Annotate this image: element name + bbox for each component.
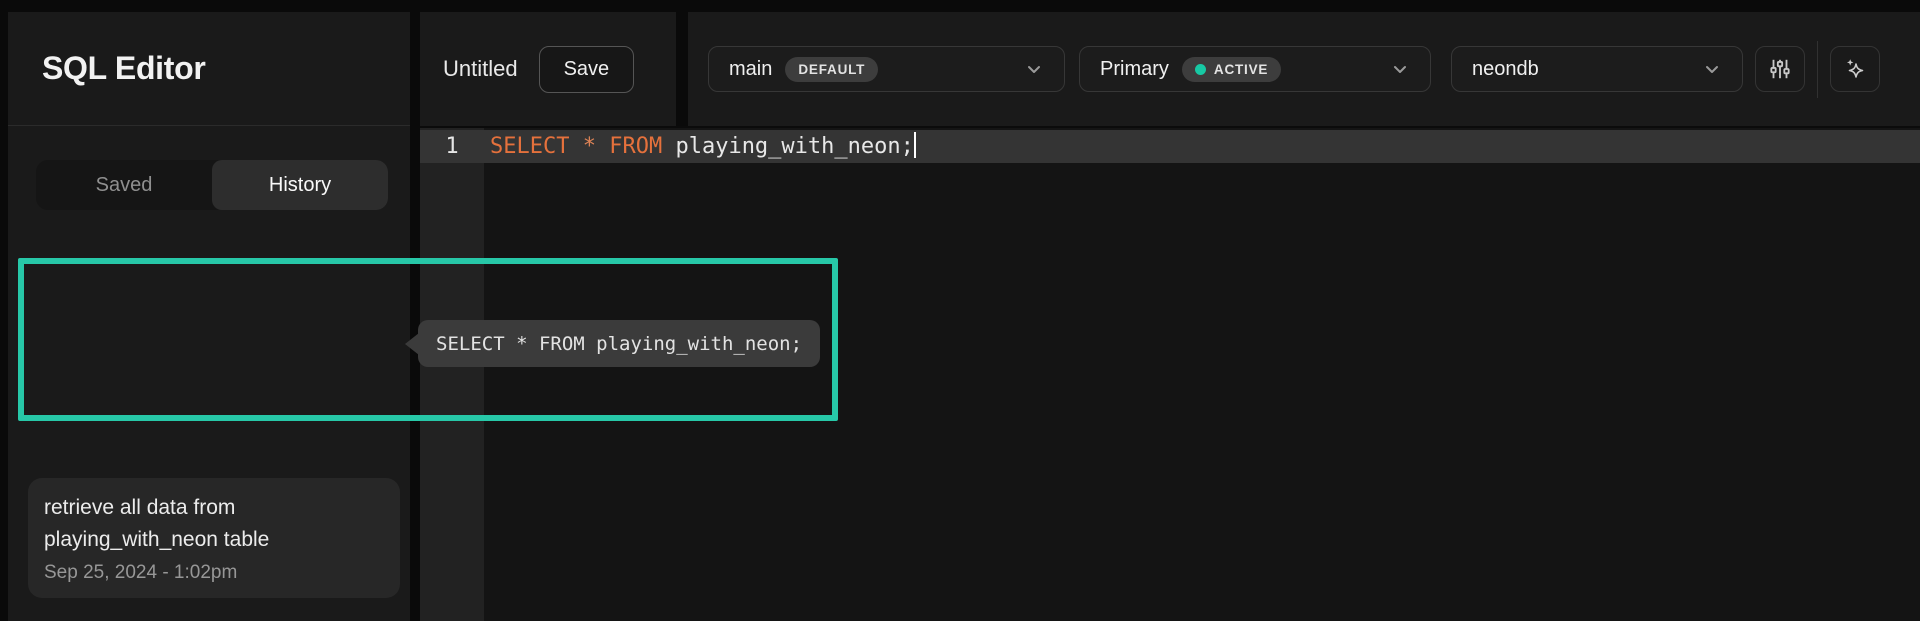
sql-identifier: playing_with_neon; — [662, 134, 914, 159]
database-dropdown[interactable]: neondb — [1451, 46, 1743, 92]
sliders-icon — [1767, 56, 1793, 82]
sidebar: SQL Editor Saved History retrieve all da… — [8, 12, 410, 621]
history-item-title: retrieve all data from playing_with_neon… — [44, 492, 358, 556]
sql-query-line: SELECT * FROM playing_with_neon; — [490, 130, 916, 163]
branch-dropdown[interactable]: main DEFAULT — [708, 46, 1065, 92]
history-item-timestamp: Sep 25, 2024 - 1:02pm — [44, 562, 384, 584]
editor-header: Untitled Save main DEFAULT Primary ACTI — [420, 12, 1920, 126]
query-tab-panel: Untitled Save — [420, 12, 676, 126]
sparkle-icon — [1841, 55, 1869, 83]
tab-saved[interactable]: Saved — [36, 160, 212, 210]
branch-dropdown-label: main — [729, 58, 772, 81]
sql-keyword: SELECT — [490, 134, 569, 159]
line-number-gutter — [420, 128, 484, 621]
text-cursor — [914, 132, 916, 158]
tab-history[interactable]: History — [212, 160, 388, 210]
query-preview-tooltip: SELECT * FROM playing_with_neon; — [418, 320, 820, 367]
query-settings-button[interactable] — [1755, 46, 1805, 92]
query-tab-title: Untitled — [443, 56, 518, 82]
compute-active-badge: ACTIVE — [1182, 57, 1281, 82]
header-divider — [1817, 41, 1818, 98]
editor-controls-panel: main DEFAULT Primary ACTIVE — [688, 12, 1920, 126]
branch-default-badge: DEFAULT — [785, 57, 878, 82]
active-status-dot — [1195, 64, 1206, 75]
compute-dropdown[interactable]: Primary ACTIVE — [1079, 46, 1431, 92]
database-dropdown-label: neondb — [1472, 58, 1539, 81]
code-editor[interactable]: 1 SELECT * FROM playing_with_neon; — [420, 128, 1920, 621]
editor-column: Untitled Save main DEFAULT Primary ACTI — [420, 12, 1920, 621]
sql-keyword: FROM — [609, 134, 662, 159]
save-button[interactable]: Save — [539, 46, 635, 93]
saved-history-tabs: Saved History — [36, 160, 388, 210]
compute-active-badge-text: ACTIVE — [1214, 62, 1268, 77]
page-title: SQL Editor — [42, 50, 206, 87]
line-number: 1 — [420, 130, 484, 163]
chevron-down-icon — [1390, 59, 1410, 79]
sql-editor-app: SQL Editor Saved History retrieve all da… — [0, 0, 1920, 621]
header-gap — [676, 12, 688, 126]
ai-assist-button[interactable] — [1830, 46, 1880, 92]
chevron-down-icon — [1024, 59, 1044, 79]
chevron-down-icon — [1702, 59, 1722, 79]
sidebar-header: SQL Editor — [8, 12, 410, 126]
history-item-selected[interactable]: retrieve all data from playing_with_neon… — [28, 478, 400, 598]
compute-dropdown-label: Primary — [1100, 58, 1169, 81]
sql-star: * — [569, 134, 609, 159]
